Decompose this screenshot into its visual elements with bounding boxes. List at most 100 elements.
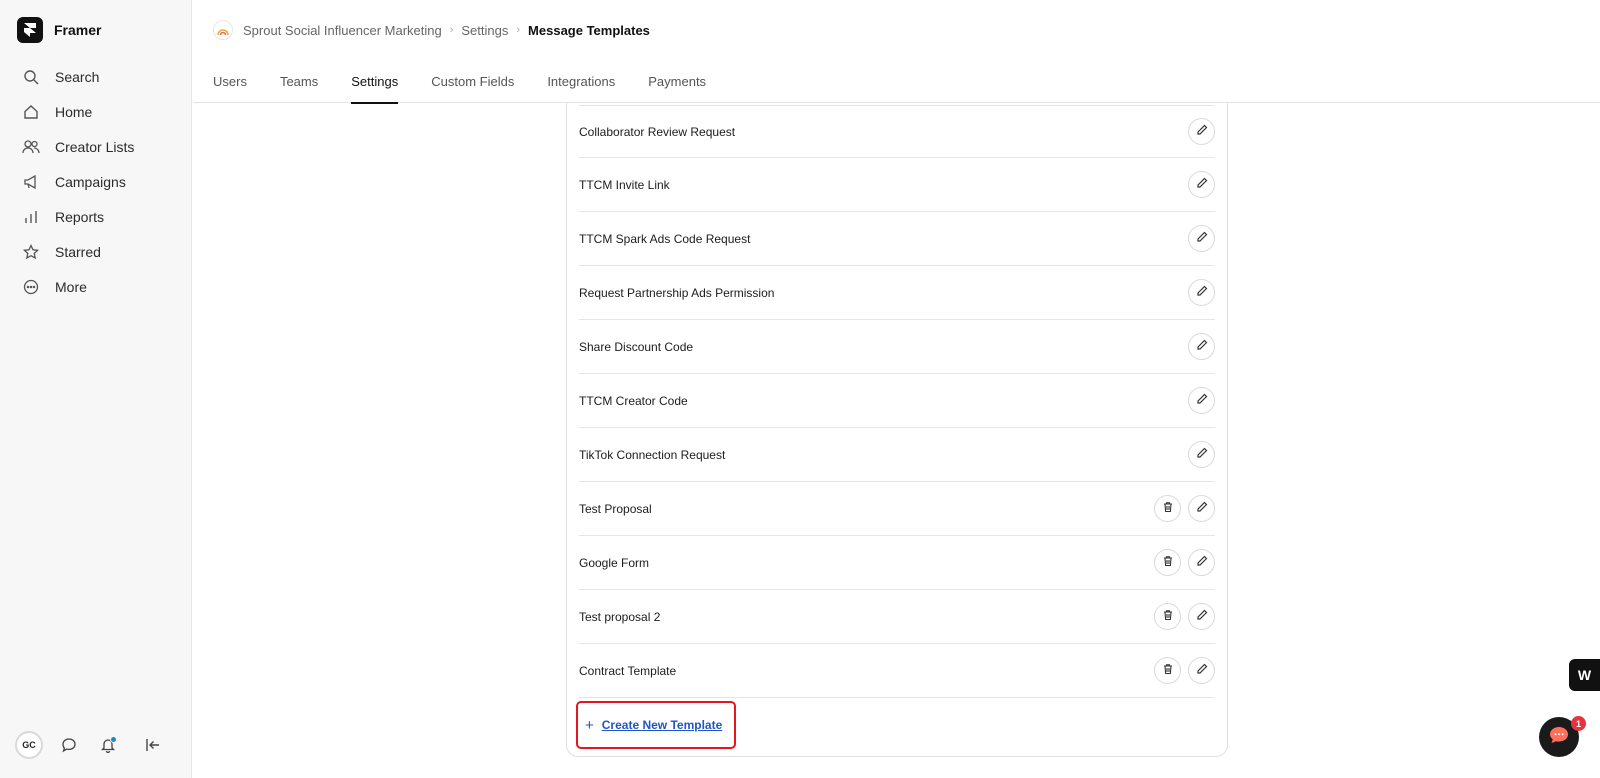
edit-template-button[interactable] bbox=[1188, 603, 1215, 630]
pencil-icon bbox=[1196, 231, 1208, 246]
template-row: Share Discount Code bbox=[579, 320, 1215, 374]
w-widget-button[interactable]: W bbox=[1569, 659, 1600, 691]
edit-template-button[interactable] bbox=[1188, 333, 1215, 360]
breadcrumb-current: Message Templates bbox=[528, 22, 650, 38]
edit-template-button[interactable] bbox=[1188, 549, 1215, 576]
sidebar-item-label: Campaigns bbox=[55, 173, 126, 190]
sidebar-item-label: Reports bbox=[55, 208, 105, 225]
bar-chart-icon bbox=[22, 208, 40, 226]
template-name: Test Proposal bbox=[579, 501, 652, 516]
tab-teams[interactable]: Teams bbox=[280, 62, 318, 103]
sidebar-footer: GC bbox=[15, 731, 163, 759]
settings-tabs: Users Teams Settings Custom Fields Integ… bbox=[213, 62, 739, 104]
sidebar-item-label: Search bbox=[55, 68, 100, 85]
template-row: Test Proposal bbox=[579, 482, 1215, 536]
edit-template-button[interactable] bbox=[1188, 657, 1215, 684]
header: Sprout Social Influencer Marketing › Set… bbox=[193, 0, 1600, 104]
sidebar-item-label: Creator Lists bbox=[55, 138, 135, 155]
megaphone-icon bbox=[22, 173, 40, 191]
template-name: Request Partnership Ads Permission bbox=[579, 285, 775, 300]
pencil-icon bbox=[1196, 285, 1208, 300]
template-row: Request Partnership Ads Permission bbox=[579, 266, 1215, 320]
trash-icon bbox=[1162, 609, 1174, 624]
edit-template-button[interactable] bbox=[1188, 279, 1215, 306]
edit-template-button[interactable] bbox=[1188, 495, 1215, 522]
template-name: Share Discount Code bbox=[579, 339, 694, 354]
sidebar-nav: Search Home Creator Lists Campaigns Repo… bbox=[0, 59, 192, 304]
star-icon bbox=[22, 243, 40, 261]
delete-template-button[interactable] bbox=[1154, 603, 1181, 630]
chat-bubble-icon[interactable] bbox=[59, 735, 79, 755]
sidebar-item-more[interactable]: More bbox=[0, 269, 192, 304]
breadcrumb-org[interactable]: Sprout Social Influencer Marketing bbox=[243, 23, 442, 38]
sidebar-item-creator-lists[interactable]: Creator Lists bbox=[0, 129, 192, 164]
delete-template-button[interactable] bbox=[1154, 549, 1181, 576]
pencil-icon bbox=[1196, 447, 1208, 462]
template-name: TTCM Creator Code bbox=[579, 393, 688, 408]
create-new-template-label: Create New Template bbox=[601, 718, 723, 732]
edit-template-button[interactable] bbox=[1188, 171, 1215, 198]
collapse-sidebar-icon[interactable] bbox=[143, 735, 163, 755]
sidebar: Framer Search Home Creator Lists Campaig… bbox=[0, 0, 192, 778]
edit-template-button[interactable] bbox=[1188, 225, 1215, 252]
sidebar-item-starred[interactable]: Starred bbox=[0, 234, 192, 269]
template-row: TTCM Creator Code bbox=[579, 374, 1215, 428]
chevron-right-icon: › bbox=[516, 24, 521, 36]
delete-template-button[interactable] bbox=[1154, 657, 1181, 684]
delete-template-button[interactable] bbox=[1154, 495, 1181, 522]
edit-template-button[interactable] bbox=[1188, 387, 1215, 414]
sprout-logo-icon bbox=[213, 20, 233, 40]
notification-dot bbox=[110, 736, 117, 743]
brand[interactable]: Framer bbox=[17, 17, 101, 43]
pencil-icon bbox=[1196, 609, 1208, 624]
edit-template-button[interactable] bbox=[1188, 118, 1215, 145]
edit-template-button[interactable] bbox=[1188, 441, 1215, 468]
home-icon bbox=[22, 103, 40, 121]
template-name: TTCM Spark Ads Code Request bbox=[579, 231, 751, 246]
template-row: TTCM Spark Ads Code Request bbox=[579, 212, 1215, 266]
sidebar-item-label: More bbox=[55, 278, 87, 295]
create-new-template-button[interactable]: + Create New Template bbox=[576, 701, 736, 749]
sidebar-item-search[interactable]: Search bbox=[0, 59, 192, 94]
template-name: TikTok Connection Request bbox=[579, 447, 726, 462]
template-name: Google Form bbox=[579, 555, 650, 570]
pencil-icon bbox=[1196, 555, 1208, 570]
template-row: TikTok Connection Request bbox=[579, 428, 1215, 482]
tab-payments[interactable]: Payments bbox=[648, 62, 706, 103]
pencil-icon bbox=[1196, 393, 1208, 408]
template-row: TTCM Invite Link bbox=[579, 158, 1215, 212]
app-name: Framer bbox=[54, 22, 102, 38]
sidebar-item-label: Home bbox=[55, 103, 93, 120]
pencil-icon bbox=[1196, 501, 1208, 516]
pencil-icon bbox=[1196, 339, 1208, 354]
template-row: Contract Template bbox=[579, 644, 1215, 698]
framer-logo-icon bbox=[17, 17, 43, 43]
message-templates-card: Collaborator Review Request TTCM Invite … bbox=[566, 103, 1228, 757]
w-widget-label: W bbox=[1577, 667, 1592, 683]
pencil-icon bbox=[1196, 124, 1208, 139]
template-name: Test proposal 2 bbox=[579, 609, 661, 624]
tab-settings[interactable]: Settings bbox=[351, 62, 398, 104]
sidebar-item-campaigns[interactable]: Campaigns bbox=[0, 164, 192, 199]
tab-users[interactable]: Users bbox=[213, 62, 247, 103]
more-icon bbox=[22, 278, 40, 296]
trash-icon bbox=[1162, 555, 1174, 570]
template-row: Google Form bbox=[579, 536, 1215, 590]
template-row: Test proposal 2 bbox=[579, 590, 1215, 644]
template-name: Contract Template bbox=[579, 663, 677, 678]
breadcrumb: Sprout Social Influencer Marketing › Set… bbox=[213, 20, 650, 40]
avatar[interactable]: GC bbox=[15, 731, 43, 759]
sidebar-item-label: Starred bbox=[55, 243, 101, 260]
template-name: Collaborator Review Request bbox=[579, 124, 736, 139]
pencil-icon bbox=[1196, 177, 1208, 192]
template-row: Collaborator Review Request bbox=[579, 105, 1215, 158]
tab-integrations[interactable]: Integrations bbox=[547, 62, 615, 103]
sidebar-item-home[interactable]: Home bbox=[0, 94, 192, 129]
search-icon bbox=[22, 68, 40, 86]
breadcrumb-section[interactable]: Settings bbox=[461, 23, 508, 38]
tab-custom-fields[interactable]: Custom Fields bbox=[431, 62, 514, 103]
bell-icon[interactable] bbox=[98, 735, 118, 755]
plus-icon: + bbox=[585, 716, 594, 734]
sidebar-item-reports[interactable]: Reports bbox=[0, 199, 192, 234]
pencil-icon bbox=[1196, 663, 1208, 678]
